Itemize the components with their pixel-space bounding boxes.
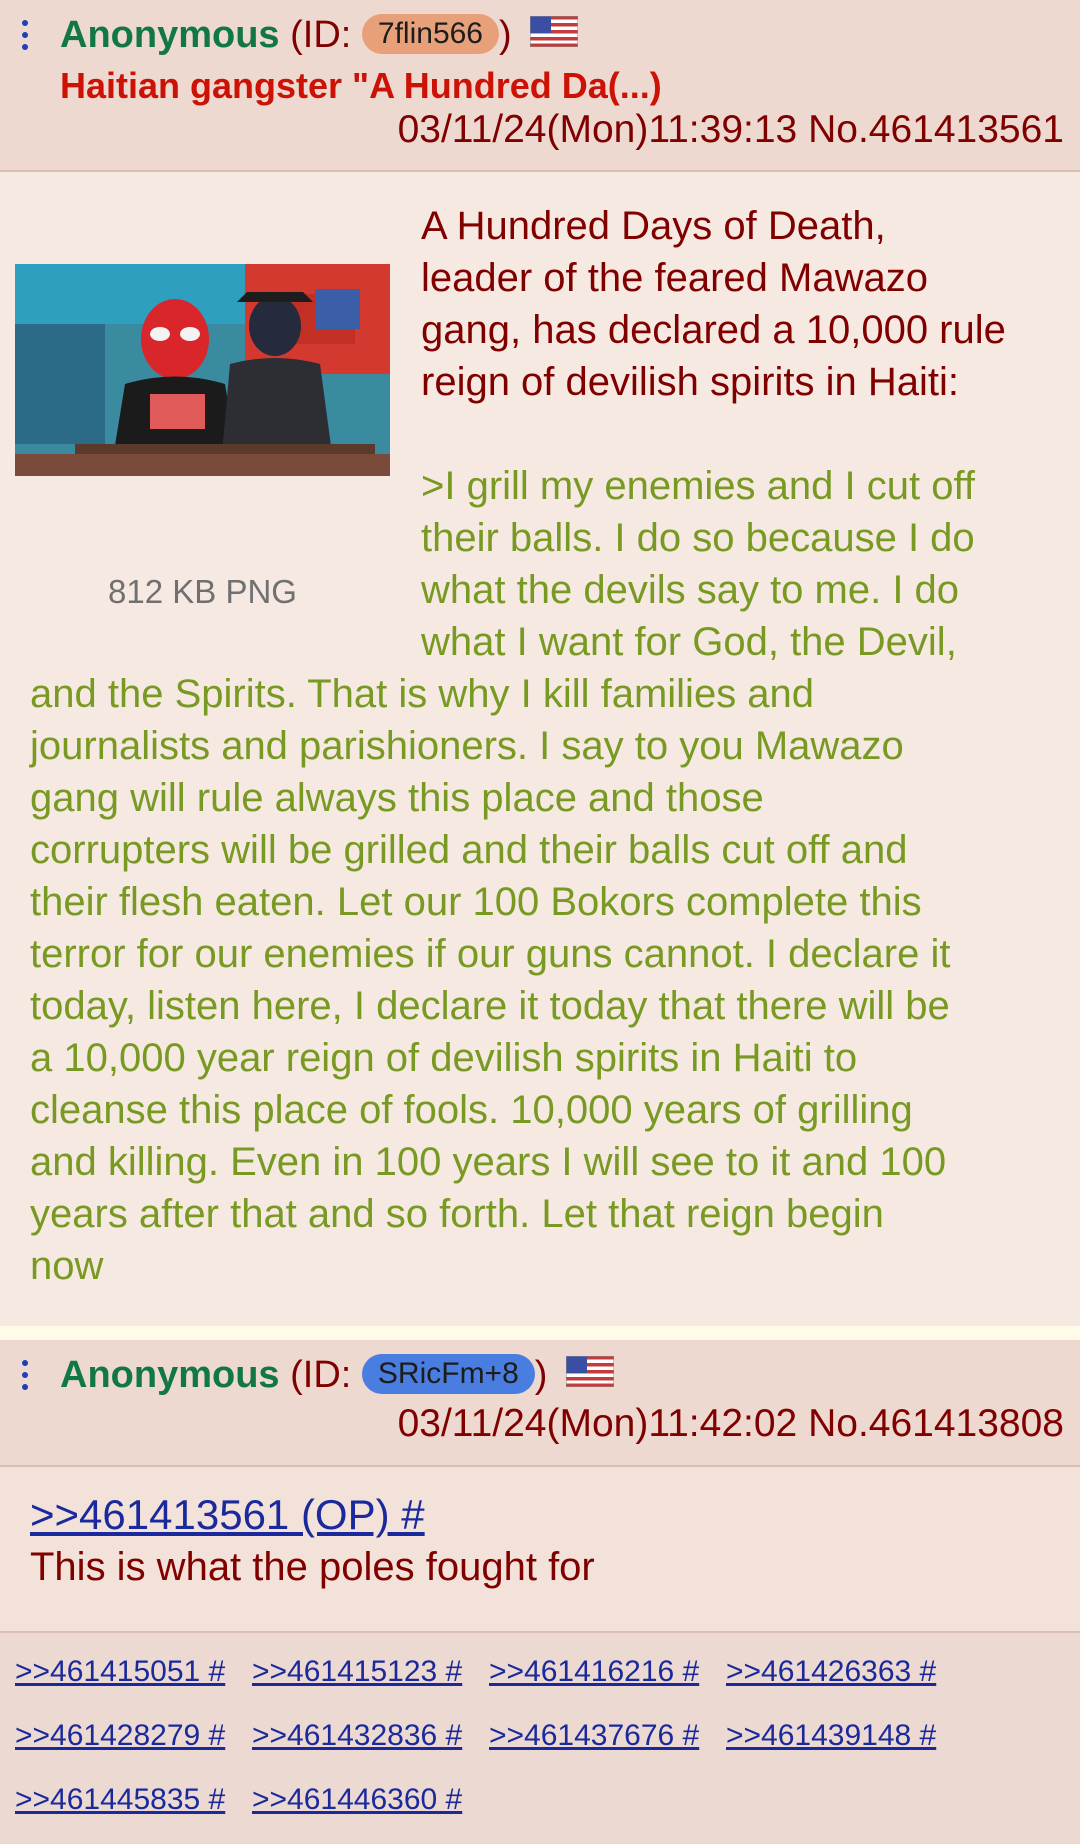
post-subject: Haitian gangster "A Hundred Da(...) <box>60 65 662 106</box>
poster-id-badge[interactable]: 7flin566 <box>361 13 499 54</box>
greentext-line: and the Spirits. That is why I kill fami… <box>30 672 815 716</box>
post-number[interactable]: No.461413561 <box>808 108 1064 151</box>
op-quote-link[interactable]: >>461413561 (OP) # <box>30 1491 425 1539</box>
message-line: gang, has declared a 10,000 rule <box>421 308 1006 352</box>
greentext-line: today, listen here, I declare it today t… <box>30 984 950 1028</box>
us-flag-icon <box>565 1356 614 1388</box>
reply-poster-name: Anonymous <box>60 1354 280 1396</box>
poster-info: Anonymous (ID: 7flin566) <box>60 13 579 57</box>
backlink[interactable]: >>461445835 # <box>15 1783 225 1817</box>
greentext-block-continued: and the Spirits. That is why I kill fami… <box>30 668 950 1292</box>
greentext-line: years after that and so forth. Let that … <box>30 1192 884 1236</box>
reply-datetime: 03/11/24(Mon)11:42:02 <box>397 1402 798 1445</box>
file-info: 812 KB PNG <box>108 573 297 610</box>
greentext-line: terror for our enemies if our guns canno… <box>30 932 951 976</box>
message-line: leader of the feared Mawazo <box>421 256 928 300</box>
post-message: A Hundred Days of Death, leader of the f… <box>421 200 1006 408</box>
greentext-line: what the devils say to me. I do <box>421 568 960 612</box>
reply-message: This is what the poles fought for <box>30 1545 595 1589</box>
reply-meta: 03/11/24(Mon)11:42:02 No.461413808 <box>398 1402 1064 1446</box>
post-header: Anonymous (ID: 7flin566) Haitian gangste… <box>0 0 1080 172</box>
reply-header: Anonymous (ID: SRicFm+8) 03/11/24(Mon)11… <box>0 1340 1080 1467</box>
backlink[interactable]: >>461428279 # <box>15 1719 225 1753</box>
post-meta: 03/11/24(Mon)11:39:13 No.461413561 <box>398 108 1064 152</box>
post-image-thumbnail[interactable] <box>15 264 390 476</box>
backlink[interactable]: >>461437676 # <box>489 1719 699 1753</box>
backlink[interactable]: >>461446360 # <box>252 1783 462 1817</box>
greentext-line: their balls. I do so because I do <box>421 516 975 560</box>
greentext-line: >I grill my enemies and I cut off <box>421 464 975 508</box>
greentext-line: what I want for God, the Devil, <box>421 620 957 664</box>
greentext-line: their flesh eaten. Let our 100 Bokors co… <box>30 880 922 924</box>
post-datetime: 03/11/24(Mon)11:39:13 <box>397 108 798 151</box>
reply-body: >>461413561 (OP) # This is what the pole… <box>0 1467 1080 1633</box>
message-line: reign of devilish spirits in Haiti: <box>421 360 959 404</box>
greentext-line: and killing. Even in 100 years I will se… <box>30 1140 947 1184</box>
reply-poster-info: Anonymous (ID: SRicFm+8) <box>60 1353 614 1397</box>
reply-id-suffix: ) <box>534 1354 548 1396</box>
greentext-line: corrupters will be grilled and their bal… <box>30 828 908 872</box>
reply-post-number[interactable]: No.461413808 <box>808 1402 1064 1445</box>
post-menu-icon[interactable] <box>18 20 32 56</box>
reply-id-badge[interactable]: SRicFm+8 <box>361 1353 535 1394</box>
greentext-line: now <box>30 1244 104 1288</box>
greentext-block: >I grill my enemies and I cut off their … <box>421 460 975 668</box>
message-line: A Hundred Days of Death, <box>421 204 886 248</box>
poster-id-suffix: ) <box>499 14 512 56</box>
poster-id-prefix: (ID: <box>290 14 362 56</box>
greentext-line: a 10,000 year reign of devilish spirits … <box>30 1036 858 1080</box>
backlink[interactable]: >>461426363 # <box>726 1655 936 1689</box>
backlink[interactable]: >>461439148 # <box>726 1719 936 1753</box>
greentext-line: journalists and parishioners. I say to y… <box>30 724 904 768</box>
post-separator <box>0 1326 1080 1340</box>
poster-name: Anonymous <box>60 14 280 56</box>
reply-id-prefix: (ID: <box>290 1354 362 1396</box>
reply-menu-icon[interactable] <box>18 1360 32 1396</box>
backlinks-section: >>461415051 # >>461415123 # >>461416216 … <box>0 1633 1080 1844</box>
greentext-line: gang will rule always this place and tho… <box>30 776 764 820</box>
backlink[interactable]: >>461416216 # <box>489 1655 699 1689</box>
greentext-line: cleanse this place of fools. 10,000 year… <box>30 1088 913 1132</box>
backlink[interactable]: >>461415051 # <box>15 1655 225 1689</box>
backlink[interactable]: >>461432836 # <box>252 1719 462 1753</box>
backlink[interactable]: >>461415123 # <box>252 1655 462 1689</box>
us-flag-icon <box>530 16 579 48</box>
